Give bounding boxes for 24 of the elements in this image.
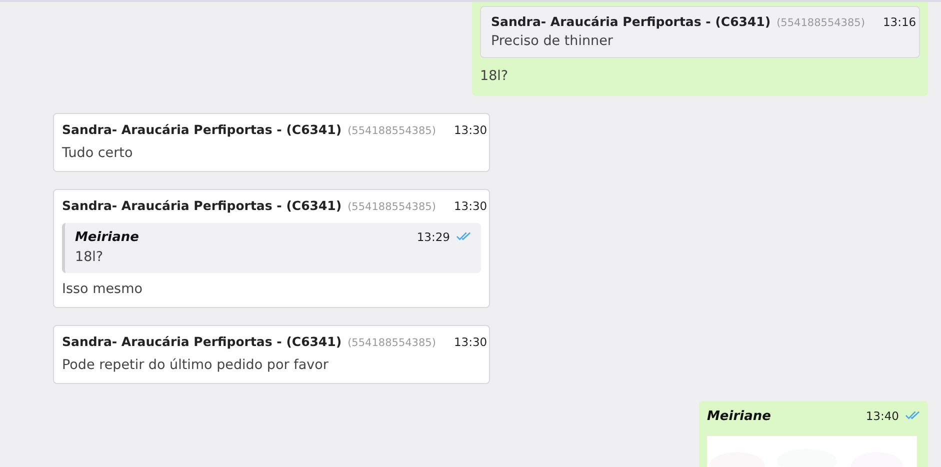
message-text: Isso mesmo	[62, 281, 144, 297]
message-time: 13:29	[416, 230, 450, 244]
phone-number: (554188554385)	[348, 337, 436, 349]
sender-name: Meiriane	[707, 409, 771, 424]
sender-name: Meiriane	[75, 230, 139, 245]
sender-name: Sandra- Araucária Perfiportas - (C6341)	[491, 14, 771, 29]
phone-number: (554188554385)	[348, 125, 436, 137]
message-time: 13:40	[866, 409, 899, 423]
sender-name: Sandra- Araucária Perfiportas - (C6341)	[62, 198, 342, 213]
phone-number: (554188554385)	[776, 17, 865, 29]
quoted-message[interactable]: Sandra- Araucária Perfiportas - (C6341) (554188554385) 13:16 Preciso de thinner	[480, 6, 920, 58]
message-text: Tudo certo	[62, 145, 134, 161]
sender-name: Sandra- Araucária Perfiportas - (C6341)	[62, 122, 342, 137]
message-time: 13:16	[882, 15, 916, 29]
phone-number: (554188554385)	[348, 201, 436, 213]
message-text: 18l?	[480, 68, 510, 84]
message-time: 13:30	[454, 123, 488, 137]
sender-name: Sandra- Araucária Perfiportas - (C6341)	[62, 334, 342, 349]
message-text: Preciso de thinner	[491, 33, 614, 49]
message-text: 18l?	[75, 249, 104, 265]
message-time: 13:30	[454, 199, 488, 213]
message-time: 13:30	[454, 335, 488, 349]
message-text: Pode repetir do último pedido por favor	[62, 357, 330, 373]
quoted-message[interactable]: Meiriane 13:29 18l?	[62, 223, 481, 273]
